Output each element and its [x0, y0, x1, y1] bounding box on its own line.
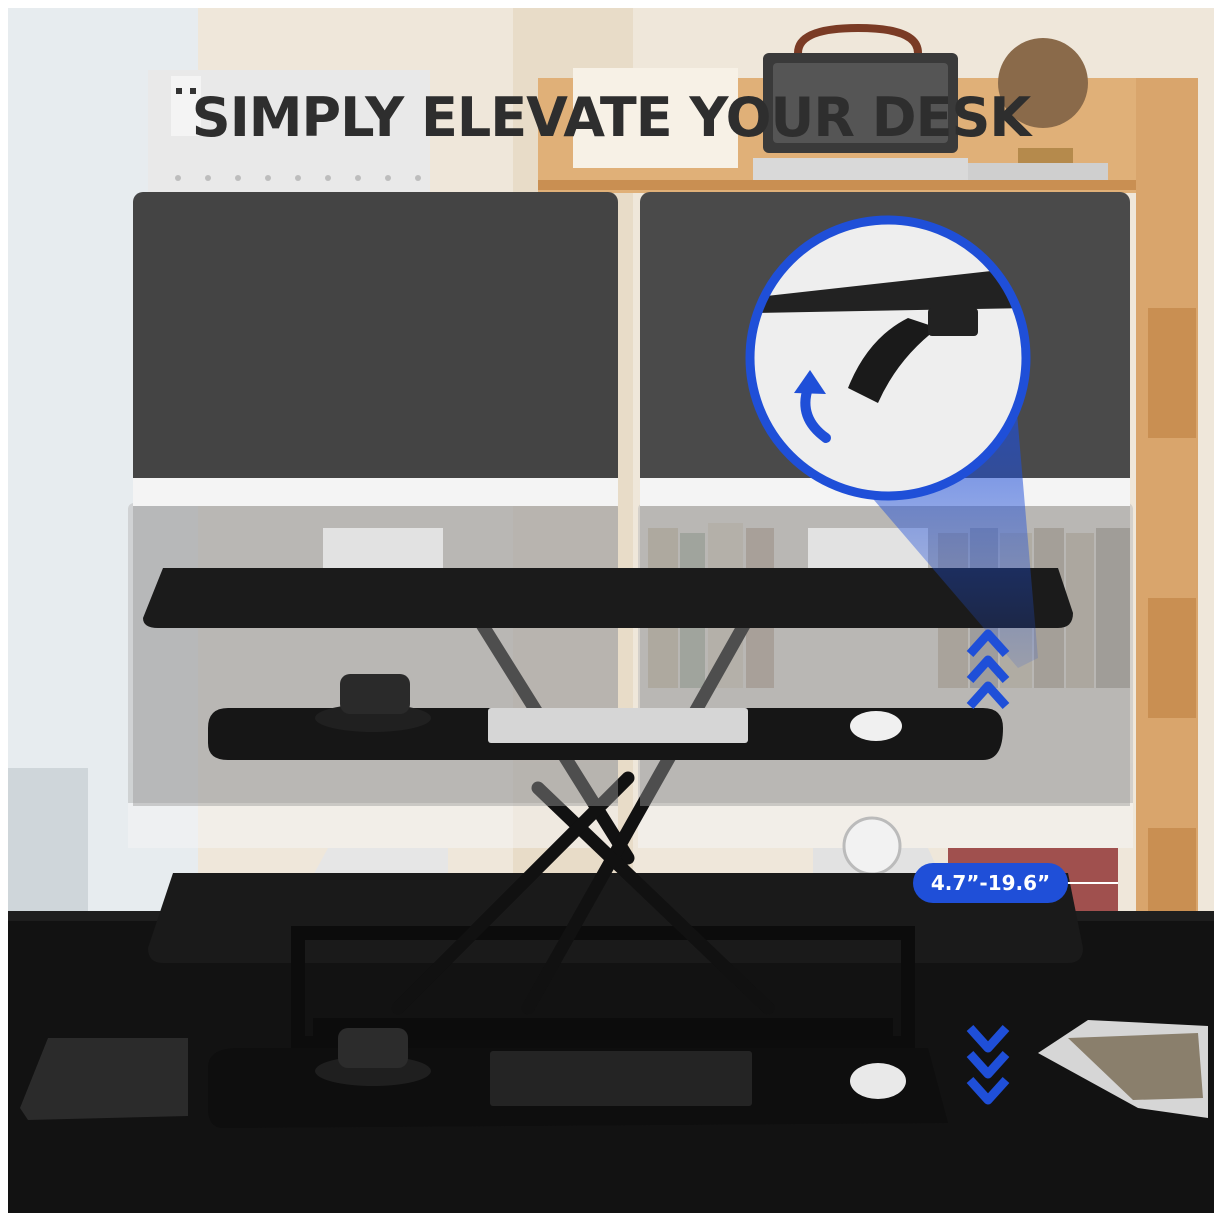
desk-illustration	[8, 8, 1214, 1213]
page-title: SIMPLY ELEVATE YOUR DESK	[191, 86, 1031, 149]
height-range-badge: 4.7”-19.6”	[913, 863, 1068, 903]
product-photo: SIMPLY ELEVATE YOUR DESK 4.7”-19.6”	[8, 8, 1214, 1213]
